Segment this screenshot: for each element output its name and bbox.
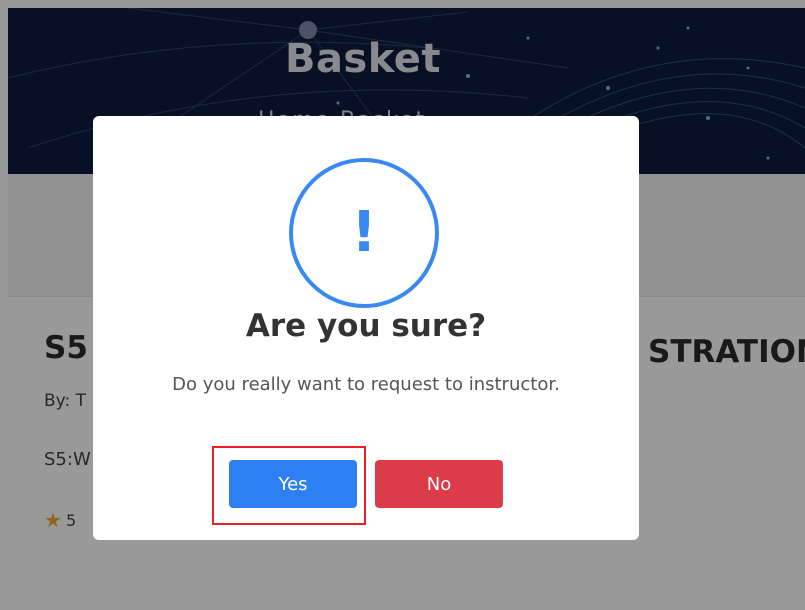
yes-button[interactable]: Yes: [229, 460, 357, 508]
no-button[interactable]: No: [375, 460, 503, 508]
exclamation-glyph: !: [351, 200, 377, 265]
confirm-dialog: ! Are you sure? Do you really want to re…: [93, 116, 639, 540]
exclamation-icon: !: [289, 158, 439, 308]
dialog-title: Are you sure?: [245, 308, 487, 344]
dialog-message: Do you really want to request to instruc…: [172, 374, 560, 395]
